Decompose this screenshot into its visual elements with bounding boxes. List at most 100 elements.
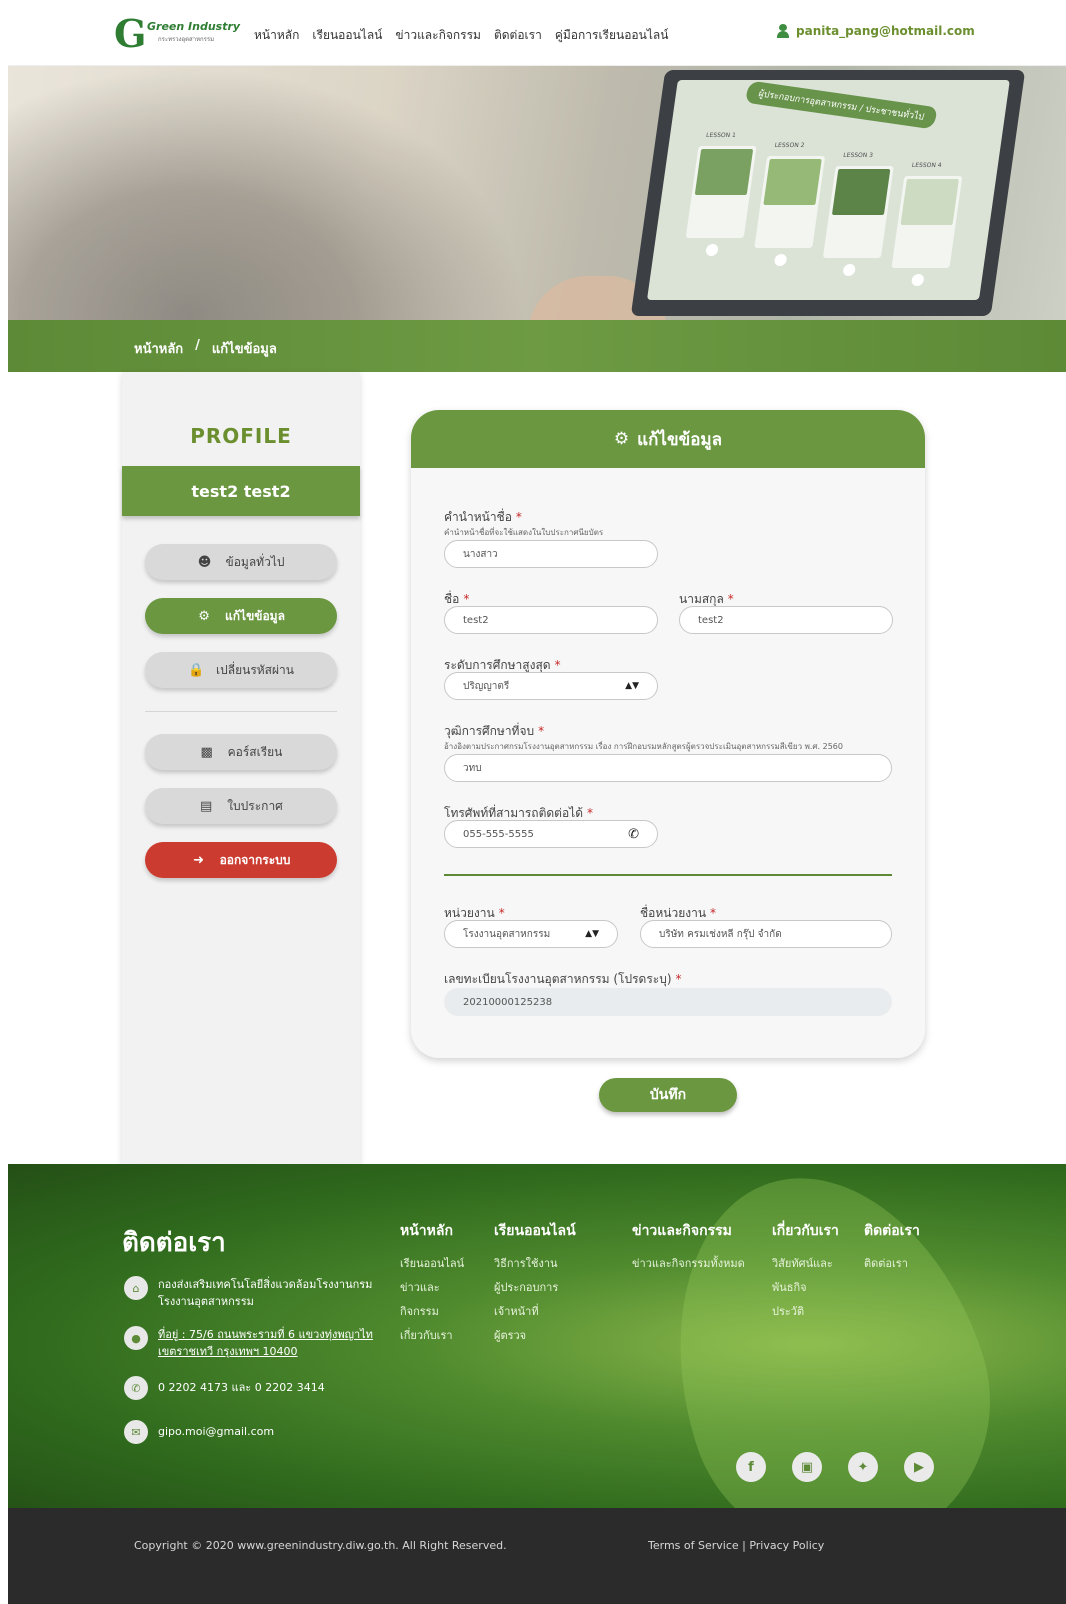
general-info-label: ข้อมูลทั่วไป xyxy=(225,554,285,569)
footer-phone: 0 2202 4173 และ 0 2202 3414 xyxy=(158,1381,325,1394)
profile-title: PROFILE xyxy=(190,424,292,448)
footer-phone-row: ✆ 0 2202 4173 และ 0 2202 3414 xyxy=(124,1376,325,1400)
footer-link[interactable]: ข่าวและ xyxy=(400,1276,464,1300)
top-header: G Green Industry กระทรวงอุตสาหกรรม หน้าห… xyxy=(8,4,1066,66)
degree-hint: อ้างอิงตามประกาศกรมโรงงานอุตสาหกรรม เรื่… xyxy=(444,742,843,751)
certificate-button[interactable]: ▤ ใบประกาศ xyxy=(145,788,337,824)
logo-text: Green Industry xyxy=(147,20,241,33)
nav-online-learning[interactable]: เรียนออนไลน์ xyxy=(312,26,382,45)
chevron-updown-icon: ▲▼ xyxy=(585,929,599,939)
footer-col-news: ข่าวและกิจกรรม ข่าวและกิจกรรมทั้งหมด xyxy=(632,1220,745,1276)
footer-col-about: เกี่ยวกับเรา วิสัยทัศน์และ พันธกิจ ประวั… xyxy=(772,1220,839,1324)
logout-label: ออกจากระบบ xyxy=(219,852,291,867)
nav-home[interactable]: หน้าหลัก xyxy=(254,26,299,45)
monitor-icon: ▩ xyxy=(200,744,213,760)
user-icon: ☻ xyxy=(197,554,212,570)
footer-link[interactable]: ประวัติ xyxy=(772,1300,839,1324)
profile-sidebar: PROFILE test2 test2 ☻ ข้อมูลทั่วไป ⚙ แก้… xyxy=(122,372,360,1164)
copyright-text: Copyright © 2020 www.greenindustry.diw.g… xyxy=(134,1539,507,1552)
footer-link[interactable]: ผู้ประกอบการ xyxy=(494,1276,576,1300)
footer-email[interactable]: gipo.moi@gmail.com xyxy=(158,1420,274,1444)
footer-contact-title: ติดต่อเรา xyxy=(122,1228,226,1258)
certificate-icon: ▤ xyxy=(200,798,213,814)
prefix-label: คำนำหน้าชื่อ * xyxy=(444,510,522,524)
page: G Green Industry กระทรวงอุตสาหกรรม หน้าห… xyxy=(8,4,1066,1604)
sidebar-divider xyxy=(145,711,337,712)
phone-icon: ✆ xyxy=(124,1376,148,1400)
card-header: ⚙ แก้ไขข้อมูล xyxy=(411,410,925,468)
courses-button[interactable]: ▩ คอร์สเรียน xyxy=(145,734,337,770)
footer-email-row: ✉ gipo.moi@gmail.com xyxy=(124,1420,274,1444)
nav-news[interactable]: ข่าวและกิจกรรม xyxy=(395,26,481,45)
unit-select[interactable]: โรงงานอุตสาหกรรม ▲▼ xyxy=(444,920,618,948)
footer-col-heading: ติดต่อเรา xyxy=(864,1223,920,1239)
edit-profile-button[interactable]: ⚙ แก้ไขข้อมูล xyxy=(145,598,337,634)
factory-reg-label: เลขทะเบียนโรงงานอุตสาหกรรม (โปรดระบุ) * xyxy=(444,972,682,986)
footer-link[interactable]: พันธกิจ xyxy=(772,1276,839,1300)
chevron-updown-icon: ▲▼ xyxy=(625,681,639,691)
logout-icon: ➜ xyxy=(193,852,205,868)
nav-contact[interactable]: ติดต่อเรา xyxy=(494,26,542,45)
lock-icon: 🔒 xyxy=(188,662,205,678)
logout-button[interactable]: ➜ ออกจากระบบ xyxy=(145,842,337,878)
card-title: แก้ไขข้อมูล xyxy=(637,429,723,450)
user-account-link[interactable]: panita_pang@hotmail.com xyxy=(776,24,975,38)
footer-col-heading: ข่าวและกิจกรรม xyxy=(632,1223,732,1239)
instagram-icon[interactable]: ▣ xyxy=(792,1452,822,1482)
footer-col-heading: เกี่ยวกับเรา xyxy=(772,1223,839,1239)
footer-org: กองส่งเสริมเทคโนโลยีสิ่งแวดล้อมโรงงานกรม… xyxy=(158,1278,373,1308)
hero-banner: ผู้ประกอบการอุตสาหกรรม / ประชาชนทั่วไป L… xyxy=(8,66,1066,320)
education-select[interactable]: ปริญญาตรี ▲▼ xyxy=(444,672,658,700)
logo-g-mark: G xyxy=(114,11,147,56)
prefix-input[interactable]: นางสาว xyxy=(444,540,658,568)
footer-link[interactable]: วิธีการใช้งาน xyxy=(494,1252,576,1276)
save-button[interactable]: บันทึก xyxy=(599,1078,737,1112)
home-icon: ⌂ xyxy=(124,1276,148,1300)
footer-link[interactable]: เกี่ยวกับเรา xyxy=(400,1324,464,1348)
degree-input[interactable]: วทบ xyxy=(444,754,892,782)
phone-input[interactable]: 055-555-5555 ✆ xyxy=(444,820,658,848)
gear-icon: ⚙ xyxy=(198,608,210,624)
unit-name-input[interactable]: บริษัท ครมเช่งหลี กรุ๊ป จำกัด xyxy=(640,920,892,948)
firstname-input[interactable]: test2 xyxy=(444,606,658,634)
terms-links[interactable]: Terms of Service | Privacy Policy xyxy=(648,1539,824,1552)
profile-name: test2 test2 xyxy=(122,466,360,516)
breadcrumb-home[interactable]: หน้าหลัก xyxy=(134,338,183,359)
footer-link[interactable]: ผู้ตรวจ xyxy=(494,1324,576,1348)
certificate-label: ใบประกาศ xyxy=(227,798,283,813)
breadcrumb: หน้าหลัก / แก้ไขข้อมูล xyxy=(8,320,1066,372)
footer-link[interactable]: ติดต่อเรา xyxy=(864,1252,920,1276)
copyright-bar: Copyright © 2020 www.greenindustry.diw.g… xyxy=(8,1508,1066,1604)
mail-icon: ✉ xyxy=(124,1420,148,1444)
footer-address[interactable]: ที่อยู่ : 75/6 ถนนพระรามที่ 6 แขวงทุ่งพญ… xyxy=(158,1326,384,1360)
footer-link[interactable]: ข่าวและกิจกรรมทั้งหมด xyxy=(632,1252,745,1276)
nav-manual[interactable]: คู่มือการเรียนออนไลน์ xyxy=(555,26,669,45)
footer-col-online: เรียนออนไลน์ วิธีการใช้งาน ผู้ประกอบการ … xyxy=(494,1220,576,1348)
change-password-label: เปลี่ยนรหัสผ่าน xyxy=(216,662,294,677)
leaf-background-image xyxy=(626,1164,1030,1508)
site-logo[interactable]: G Green Industry กระทรวงอุตสาหกรรม xyxy=(114,11,240,56)
twitter-icon[interactable]: ✦ xyxy=(848,1452,878,1482)
degree-label: วุฒิการศึกษาที่จบ * xyxy=(444,724,545,738)
factory-reg-input[interactable]: 20210000125238 xyxy=(444,988,892,1016)
prefix-hint: คำนำหน้าชื่อที่จะใช้แสดงในใบประกาศนียบัต… xyxy=(444,528,604,537)
facebook-icon[interactable]: f xyxy=(736,1452,766,1482)
youtube-icon[interactable]: ▶ xyxy=(904,1452,934,1482)
breadcrumb-current: แก้ไขข้อมูล xyxy=(211,342,277,357)
footer-col-heading: หน้าหลัก xyxy=(400,1223,453,1239)
hero-overlay xyxy=(8,66,1066,320)
user-icon xyxy=(776,24,790,38)
footer-link[interactable]: กิจกรรม xyxy=(400,1300,464,1324)
main-nav: หน้าหลัก เรียนออนไลน์ ข่าวและกิจกรรม ติด… xyxy=(254,26,668,45)
edit-profile-label: แก้ไขข้อมูล xyxy=(225,608,285,623)
footer-link[interactable]: วิสัยทัศน์และ xyxy=(772,1252,839,1276)
logo-subtext: กระทรวงอุตสาหกรรม xyxy=(158,36,215,43)
edit-profile-card: ⚙ แก้ไขข้อมูล คำนำหน้าชื่อ * คำนำหน้าชื่อ… xyxy=(411,410,925,1058)
footer-link[interactable]: เจ้าหน้าที่ xyxy=(494,1300,576,1324)
general-info-button[interactable]: ☻ ข้อมูลทั่วไป xyxy=(145,544,337,580)
footer-org-row: ⌂ กองส่งเสริมเทคโนโลยีสิ่งแวดล้อมโรงงานก… xyxy=(124,1276,374,1310)
change-password-button[interactable]: 🔒 เปลี่ยนรหัสผ่าน xyxy=(145,652,337,688)
footer-link[interactable]: เรียนออนไลน์ xyxy=(400,1252,464,1276)
gear-icon: ⚙ xyxy=(613,429,630,449)
lastname-input[interactable]: test2 xyxy=(679,606,893,634)
